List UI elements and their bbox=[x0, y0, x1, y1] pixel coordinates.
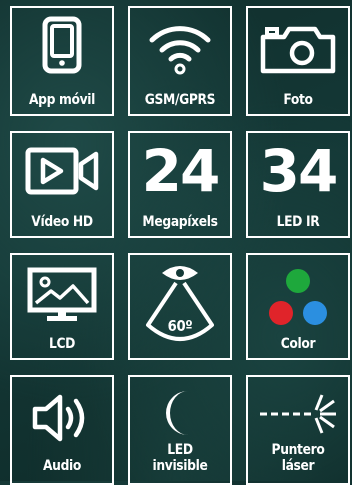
feature-tile-audio: Audio bbox=[10, 375, 114, 485]
feature-tile-app: App móvil bbox=[10, 6, 114, 116]
monitor-landscape-icon bbox=[12, 267, 112, 325]
feature-tile-angle: 60º bbox=[128, 253, 232, 360]
speaker-icon bbox=[12, 391, 112, 445]
feature-label: Vídeo HD bbox=[31, 214, 93, 230]
feature-tile-color: Color bbox=[246, 253, 350, 360]
feature-label: Megapíxels bbox=[142, 214, 218, 230]
led-ir-value: 34 bbox=[259, 137, 339, 205]
feature-label-line2: láser bbox=[281, 458, 315, 474]
feature-label: LED IR bbox=[276, 214, 320, 230]
angle-value: 60º bbox=[167, 317, 193, 335]
feature-tile-foto: Foto bbox=[246, 6, 350, 116]
megapixel-value: 24 bbox=[141, 137, 221, 205]
feature-tile-laser: Puntero láser bbox=[246, 375, 350, 485]
feature-label: GSM/GPRS bbox=[144, 92, 216, 108]
feature-tile-led-ir: 34 LED IR bbox=[246, 131, 350, 238]
wifi-signal-icon bbox=[130, 16, 230, 76]
smartphone-icon bbox=[12, 16, 112, 74]
feature-label: Color bbox=[280, 336, 316, 352]
eye-field-of-view-icon bbox=[130, 261, 230, 351]
feature-tile-video: Vídeo HD bbox=[10, 131, 114, 238]
feature-label-line2: invisible bbox=[152, 458, 208, 474]
feature-label-line1: Puntero bbox=[271, 442, 325, 458]
camera-icon bbox=[248, 24, 348, 74]
video-camera-icon bbox=[12, 147, 112, 195]
laser-pointer-icon bbox=[248, 389, 348, 439]
feature-label: LCD bbox=[48, 336, 76, 352]
feature-label: App móvil bbox=[28, 92, 96, 108]
feature-tile-megapixels: 24 Megapíxels bbox=[128, 131, 232, 238]
feature-label: Foto bbox=[283, 92, 313, 108]
feature-label: Audio bbox=[42, 458, 82, 474]
feature-tile-led-invisible: LED invisible bbox=[128, 375, 232, 485]
feature-tile-lcd: LCD bbox=[10, 253, 114, 360]
feature-tile-gsm: GSM/GPRS bbox=[128, 6, 232, 116]
feature-label-line1: LED bbox=[167, 442, 193, 458]
crescent-moon-icon bbox=[130, 387, 230, 439]
rgb-dots-icon bbox=[248, 267, 348, 331]
